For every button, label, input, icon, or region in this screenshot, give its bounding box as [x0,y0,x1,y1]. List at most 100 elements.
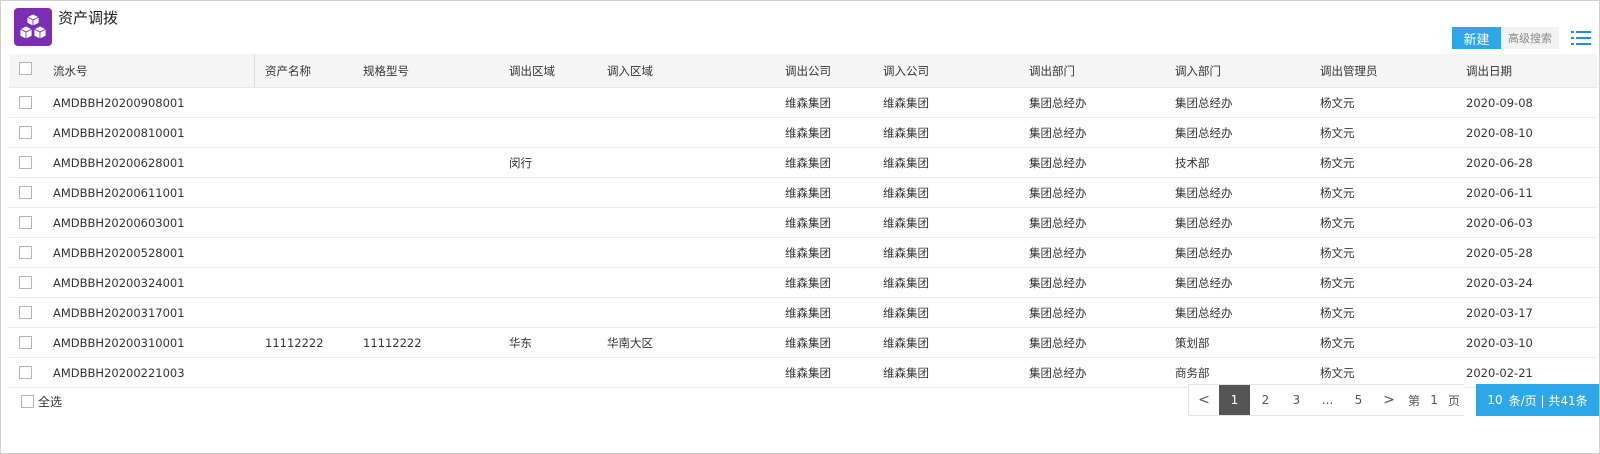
page-size-selector[interactable]: 10 条/页 | 共41条 [1476,384,1599,416]
page-number[interactable]: 1 [1219,385,1250,415]
row-checkbox[interactable] [19,156,32,169]
column-header[interactable]: 规格型号 [363,54,409,87]
row-checkbox[interactable] [19,126,32,139]
row-checkbox[interactable] [19,366,32,379]
page-size-label: 条/页 | 共41条 [1508,393,1588,408]
date-cell: 2020-06-28 [1466,155,1533,170]
page-number[interactable]: 2 [1250,385,1281,415]
table-row[interactable]: AMDBBH20200810001 维森集团 维森集团 集团总经办 集团总经办 杨文元 20… [9,118,1597,148]
header-checkbox[interactable] [19,62,32,75]
in-department-cell: 集团总经办 [1175,275,1233,290]
table-row[interactable]: AMDBBH20200528001 维森集团 维森集团 集团总经办 集团总经办 杨文元 20… [9,238,1597,268]
goto-prefix: 第 [1408,393,1421,408]
advanced-search-button[interactable]: 高级搜索 [1501,27,1559,49]
manager-cell: 杨文元 [1320,275,1355,290]
in-company-cell: 维森集团 [883,95,929,110]
manager-cell: 杨文元 [1320,155,1355,170]
column-header[interactable]: 调出区域 [509,54,555,87]
row-checkbox[interactable] [19,216,32,229]
in-department-cell: 策划部 [1175,335,1210,350]
row-checkbox[interactable] [19,96,32,109]
column-header[interactable]: 调出日期 [1466,54,1512,87]
page-number[interactable]: 3 [1281,385,1312,415]
row-checkbox[interactable] [19,306,32,319]
page-size-value: 10 [1487,393,1503,407]
manager-cell: 杨文元 [1320,245,1355,260]
table-row[interactable]: AMDBBH20200908001 维森集团 维森集团 集团总经办 集团总经办 杨文元 20… [9,88,1597,118]
table-header: 流水号 资产名称 规格型号 调出区域 调入区域 调出公司 调入公司 调出部门 调… [9,54,1597,88]
row-checkbox[interactable] [19,336,32,349]
in-department-cell: 集团总经办 [1175,245,1233,260]
date-cell: 2020-05-28 [1466,245,1533,260]
in-company-cell: 维森集团 [883,215,929,230]
date-cell: 2020-06-03 [1466,215,1533,230]
next-page-button[interactable]: > [1374,385,1404,415]
column-header[interactable]: 调入部门 [1175,54,1221,87]
model-cell: 11112222 [363,335,422,350]
serial-number-cell: AMDBBH20200810001 [53,125,185,140]
pagination: < 1 2 3 ... 5 > 第 1 页 [1188,384,1465,416]
out-company-cell: 维森集团 [785,305,831,320]
table-row[interactable]: AMDBBH20200603001 维森集团 维森集团 集团总经办 集团总经办 杨文元 20… [9,208,1597,238]
table-row[interactable]: AMDBBH20200628001 闵行 维森集团 维森集团 集团总经办 技术部 杨文元 20… [9,148,1597,178]
column-header[interactable]: 调入区域 [607,54,653,87]
out-department-cell: 集团总经办 [1029,125,1087,140]
goto-suffix: 页 [1448,393,1461,408]
asset-name-cell: 11112222 [265,335,324,350]
in-company-cell: 维森集团 [883,185,929,200]
in-department-cell: 集团总经办 [1175,215,1233,230]
in-company-cell: 维森集团 [883,305,929,320]
manager-cell: 杨文元 [1320,335,1355,350]
out-company-cell: 维森集团 [785,245,831,260]
page-ellipsis: ... [1321,393,1334,407]
date-cell: 2020-08-10 [1466,125,1533,140]
table-row[interactable]: AMDBBH20200324001 维森集团 维森集团 集团总经办 集团总经办 杨文元 20… [9,268,1597,298]
column-header[interactable]: 流水号 [53,54,88,87]
page-number[interactable]: 5 [1343,385,1374,415]
list-icon[interactable] [1571,29,1591,47]
select-all-checkbox[interactable] [21,395,34,408]
manager-cell: 杨文元 [1320,365,1355,380]
table-row[interactable]: AMDBBH20200310001 11112222 11112222 华东 华南大区 维… [9,328,1597,358]
in-department-cell: 集团总经办 [1175,185,1233,200]
serial-number-cell: AMDBBH20200221003 [53,365,185,380]
in-company-cell: 维森集团 [883,245,929,260]
column-header[interactable]: 调出公司 [785,54,831,87]
out-department-cell: 集团总经办 [1029,95,1087,110]
out-department-cell: 集团总经办 [1029,185,1087,200]
in-company-cell: 维森集团 [883,125,929,140]
column-header[interactable]: 调入公司 [883,54,929,87]
column-header[interactable]: 调出部门 [1029,54,1075,87]
prev-page-button[interactable]: < [1189,385,1219,415]
out-region-cell: 闵行 [509,155,532,170]
out-department-cell: 集团总经办 [1029,305,1087,320]
manager-cell: 杨文元 [1320,185,1355,200]
goto-page-input[interactable]: 1 [1424,385,1444,415]
out-company-cell: 维森集团 [785,335,831,350]
out-company-cell: 维森集团 [785,275,831,290]
in-company-cell: 维森集团 [883,365,929,380]
row-checkbox[interactable] [19,186,32,199]
table-row[interactable]: AMDBBH20200317001 维森集团 维森集团 集团总经办 集团总经办 杨文元 20… [9,298,1597,328]
in-company-cell: 维森集团 [883,275,929,290]
serial-number-cell: AMDBBH20200317001 [53,305,185,320]
serial-number-cell: AMDBBH20200611001 [53,185,185,200]
column-header[interactable]: 调出管理员 [1320,54,1378,87]
out-department-cell: 集团总经办 [1029,275,1087,290]
serial-number-cell: AMDBBH20200908001 [53,95,185,110]
manager-cell: 杨文元 [1320,305,1355,320]
new-button[interactable]: 新建 [1452,27,1501,49]
serial-number-cell: AMDBBH20200528001 [53,245,185,260]
in-company-cell: 维森集团 [883,155,929,170]
in-region-cell: 华南大区 [607,335,653,350]
column-header[interactable]: 资产名称 [265,54,311,87]
row-checkbox[interactable] [19,246,32,259]
out-department-cell: 集团总经办 [1029,215,1087,230]
transfer-table: 流水号 资产名称 规格型号 调出区域 调入区域 调出公司 调入公司 调出部门 调… [9,54,1597,388]
manager-cell: 杨文元 [1320,95,1355,110]
table-row[interactable]: AMDBBH20200611001 维森集团 维森集团 集团总经办 集团总经办 杨文元 20… [9,178,1597,208]
column-divider [254,54,255,87]
row-checkbox[interactable] [19,276,32,289]
out-department-cell: 集团总经办 [1029,335,1087,350]
out-department-cell: 集团总经办 [1029,365,1087,380]
